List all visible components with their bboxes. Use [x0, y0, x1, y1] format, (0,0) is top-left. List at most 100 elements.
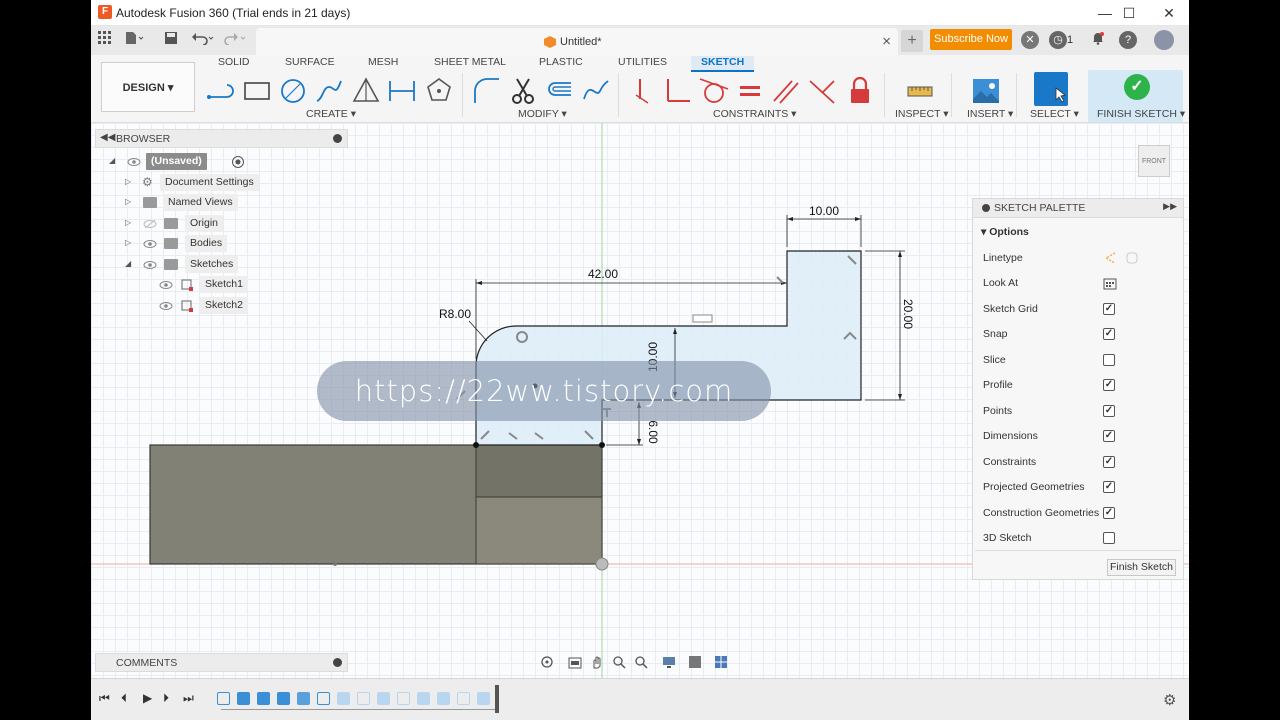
inspect-group-label[interactable]: INSPECT ▾: [895, 108, 949, 120]
close-window-button[interactable]: ✕: [1151, 3, 1187, 23]
snap-checkbox[interactable]: ✓: [1103, 328, 1115, 340]
visibility-eye-icon[interactable]: [159, 299, 173, 313]
data-panel-grid-icon[interactable]: [95, 31, 115, 49]
trim-scissors-icon[interactable]: [507, 75, 539, 107]
measure-ruler-icon[interactable]: [904, 75, 936, 107]
modify-group-label[interactable]: MODIFY ▾: [518, 108, 567, 120]
slice-checkbox[interactable]: [1103, 354, 1115, 366]
comments-panel[interactable]: COMMENTS: [95, 653, 348, 672]
job-status-icon[interactable]: ◷: [1049, 31, 1067, 49]
create-group-label[interactable]: CREATE ▾: [306, 108, 356, 120]
timeline-suppressed-feature-icon[interactable]: [397, 692, 410, 705]
equal-constraint-icon[interactable]: [734, 75, 766, 107]
save-icon[interactable]: [161, 31, 181, 49]
constraints-checkbox[interactable]: ✓: [1103, 456, 1115, 468]
3d-sketch-checkbox[interactable]: [1103, 532, 1115, 544]
select-group-label[interactable]: SELECT ▾: [1030, 108, 1079, 120]
close-tab-icon[interactable]: ×: [882, 33, 891, 50]
tree-item-sketches[interactable]: ◢ Sketches: [109, 256, 259, 274]
checkmark-icon[interactable]: ✓: [1124, 74, 1150, 100]
parallel-constraint-icon[interactable]: [770, 75, 802, 107]
tree-item-document-settings[interactable]: ▷ ⚙ Document Settings: [109, 174, 259, 192]
tab-surface[interactable]: SURFACE: [285, 56, 335, 68]
visibility-eye-icon[interactable]: [159, 278, 173, 292]
tree-item-sketch2[interactable]: Sketch2: [109, 297, 259, 315]
browser-panel-header[interactable]: ◀◀ BROWSER: [95, 129, 348, 148]
line-tool-icon[interactable]: [205, 75, 237, 107]
go-to-end-icon[interactable]: ⏭: [183, 691, 194, 706]
timeline-suppressed-feature-icon[interactable]: [357, 692, 370, 705]
maximize-button[interactable]: ☐: [1111, 3, 1147, 23]
expand-arrow-icon[interactable]: ▷: [125, 197, 131, 206]
step-back-icon[interactable]: ⏴: [121, 691, 127, 706]
perpendicular-cross-constraint-icon[interactable]: [806, 75, 838, 107]
tab-plastic[interactable]: PLASTIC: [539, 56, 583, 68]
workspace-switcher[interactable]: DESIGN ▾: [101, 62, 195, 112]
insert-image-icon[interactable]: [970, 75, 1002, 107]
select-cursor-icon[interactable]: [1034, 72, 1068, 106]
look-at-nav-icon[interactable]: [568, 655, 582, 669]
tab-utilities[interactable]: UTILITIES: [618, 56, 667, 68]
file-menu-icon[interactable]: [124, 31, 144, 49]
step-forward-icon[interactable]: ⏵: [163, 691, 169, 706]
tab-sheet-metal[interactable]: SHEET METAL: [434, 56, 506, 68]
tab-sketch[interactable]: SKETCH: [691, 56, 755, 72]
palette-minimize-icon[interactable]: [982, 204, 990, 212]
tree-item-sketch1[interactable]: Sketch1: [109, 276, 259, 294]
add-comment-icon[interactable]: [333, 658, 342, 667]
timeline-suppressed-feature-icon[interactable]: [477, 692, 490, 705]
collapse-browser-icon[interactable]: ◀◀: [100, 132, 115, 143]
timeline-extrude-feature-icon[interactable]: [277, 692, 290, 705]
expand-arrow-icon[interactable]: ▷: [125, 218, 131, 227]
extensions-icon[interactable]: ✕: [1021, 31, 1039, 49]
finish-sketch-group-label[interactable]: FINISH SKETCH ▾: [1097, 108, 1185, 120]
viewports-icon[interactable]: [714, 655, 728, 669]
timeline-suppressed-feature-icon[interactable]: [457, 692, 470, 705]
trim-dimension-tool-icon[interactable]: [386, 75, 418, 107]
sketch-canvas[interactable]: 10.00 42.00 20.00 R8.00 10.00 6.00 ◀◀ BR…: [91, 123, 1189, 678]
insert-group-label[interactable]: INSERT ▾: [967, 108, 1013, 120]
expand-arrow-icon[interactable]: ▷: [125, 177, 131, 186]
go-to-start-icon[interactable]: ⏮: [99, 691, 110, 706]
document-tab[interactable]: Untitled* ×: [256, 28, 898, 55]
fillet-tool-icon[interactable]: [471, 75, 503, 107]
view-cube[interactable]: FRONT: [1138, 145, 1170, 177]
sketch-grid-checkbox[interactable]: ✓: [1103, 303, 1115, 315]
timeline-extrude-feature-icon[interactable]: [257, 692, 270, 705]
timeline-fillet-feature-icon[interactable]: [297, 692, 310, 705]
collapse-arrow-icon[interactable]: ◢: [125, 259, 131, 268]
redo-icon[interactable]: [223, 31, 246, 49]
help-icon[interactable]: ?: [1119, 31, 1137, 49]
tab-mesh[interactable]: MESH: [368, 56, 398, 68]
finish-sketch-button[interactable]: Finish Sketch: [1107, 559, 1176, 576]
circle-tool-icon[interactable]: [277, 75, 309, 107]
visibility-eye-icon[interactable]: [127, 155, 141, 169]
new-tab-button[interactable]: +: [901, 30, 923, 52]
look-at-icon[interactable]: [1103, 276, 1117, 290]
profile-checkbox[interactable]: ✓: [1103, 379, 1115, 391]
points-checkbox[interactable]: ✓: [1103, 405, 1115, 417]
construction-geometries-checkbox[interactable]: ✓: [1103, 507, 1115, 519]
timeline-suppressed-feature-icon[interactable]: [337, 692, 350, 705]
expand-arrow-icon[interactable]: ▷: [125, 238, 131, 247]
options-section[interactable]: ▾ Options: [981, 226, 1029, 238]
timeline-suppressed-feature-icon[interactable]: [377, 692, 390, 705]
timeline-sketch-feature-icon[interactable]: [217, 692, 230, 705]
fix-lock-constraint-icon[interactable]: [844, 75, 876, 107]
palette-expand-icon[interactable]: ▶▶: [1163, 201, 1177, 212]
timeline-extrude-feature-icon[interactable]: [237, 692, 250, 705]
grid-settings-icon[interactable]: [688, 655, 702, 669]
tree-item-bodies[interactable]: ▷ Bodies: [109, 235, 259, 253]
subscribe-now-button[interactable]: Subscribe Now: [930, 29, 1012, 50]
notifications-bell-icon[interactable]: [1088, 31, 1108, 49]
timeline-suppressed-feature-icon[interactable]: [417, 692, 430, 705]
coincident-constraint-icon[interactable]: [626, 75, 658, 107]
tree-item-named-views[interactable]: ▷ Named Views: [109, 194, 259, 212]
timeline-marker-handle[interactable]: [495, 685, 499, 713]
constraints-group-label[interactable]: CONSTRAINTS ▾: [713, 108, 796, 120]
visibility-eye-icon[interactable]: [143, 237, 157, 251]
hidden-eye-icon[interactable]: [143, 217, 157, 231]
perpendicular-constraint-icon[interactable]: [662, 75, 694, 107]
tangent-constraint-icon[interactable]: [698, 75, 730, 107]
orbit-icon[interactable]: [540, 655, 554, 669]
